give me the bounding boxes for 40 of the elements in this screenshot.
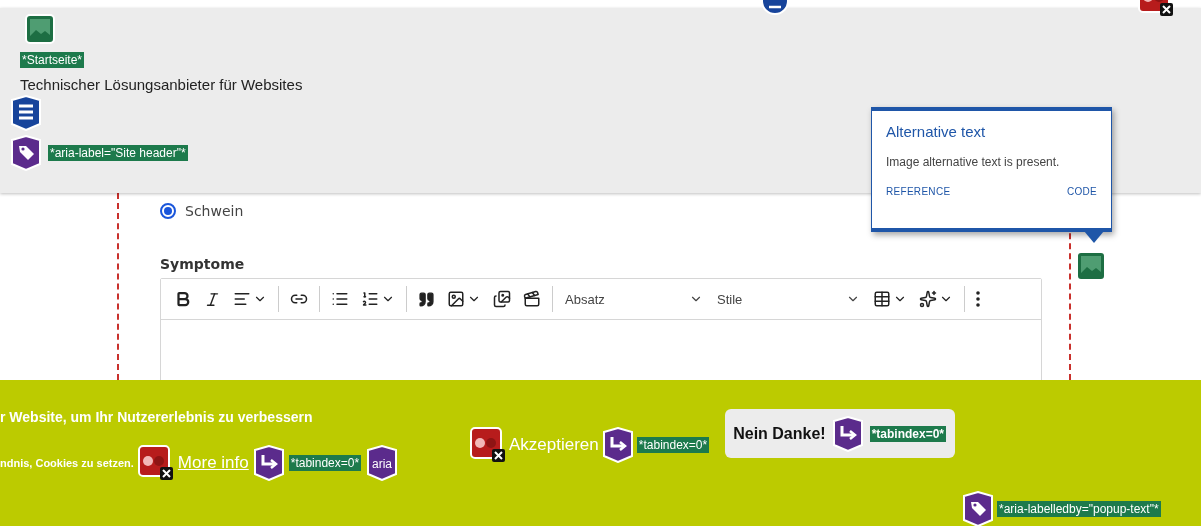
tabindex-label: *tabindex=0* bbox=[288, 455, 362, 471]
tooltip-message: Image alternative text is present. bbox=[886, 155, 1061, 169]
tabindex-label: *tabindex=0* bbox=[869, 425, 946, 442]
aria-badge: aria bbox=[365, 445, 400, 481]
aria-label-tag: *aria-label="Site header"* bbox=[48, 145, 188, 161]
site-tagline: Technischer Lösungsanbieter für Websites bbox=[20, 76, 303, 93]
gallery-icon bbox=[493, 290, 511, 308]
heading-dropdown[interactable]: Absatz bbox=[559, 287, 709, 311]
tag-icon bbox=[10, 135, 42, 171]
cookie-message: ndnis, Cookies zu setzen. bbox=[0, 457, 134, 469]
aria-labelledby-label: *aria-labelledby="popup-text"* bbox=[997, 501, 1161, 517]
tooltip-title: Alternative text bbox=[886, 123, 987, 140]
tabindex-label: *tabindex=0* bbox=[636, 437, 710, 453]
image-icon bbox=[1076, 251, 1106, 281]
bulleted-list-icon bbox=[331, 290, 349, 308]
cookie-message: r Website, um Ihr Nutzererlebnis zu verbessern bbox=[0, 409, 314, 425]
clapperboard-icon bbox=[523, 290, 541, 308]
arrow-icon bbox=[831, 415, 864, 452]
image-icon bbox=[447, 290, 465, 308]
table-icon bbox=[873, 290, 891, 308]
style-dropdown[interactable]: Stile bbox=[711, 287, 866, 311]
sparkle-icon bbox=[919, 290, 937, 308]
alt-text-label: *Startseite* bbox=[20, 52, 85, 68]
decline-button[interactable]: Nein Danke! *tabindex=0* bbox=[725, 409, 956, 458]
document-icon bbox=[10, 95, 42, 131]
italic-icon bbox=[204, 290, 221, 308]
tooltip-link[interactable]: CODE bbox=[1066, 186, 1097, 197]
arrow-icon bbox=[601, 427, 634, 463]
numbered-list-icon bbox=[361, 290, 379, 308]
tooltip-link[interactable]: REFERENCE bbox=[886, 186, 951, 197]
field-label: Symptome bbox=[160, 256, 246, 272]
tag-icon bbox=[962, 491, 994, 526]
radio-option[interactable]: Schwein bbox=[160, 203, 1069, 219]
rich-text-editor[interactable]: Absatz Stile bbox=[160, 278, 1042, 380]
more-icon bbox=[976, 291, 980, 307]
bold-icon bbox=[174, 290, 192, 308]
image-icon bbox=[25, 14, 55, 44]
arrow-icon bbox=[252, 445, 285, 481]
quote-icon bbox=[418, 290, 435, 308]
align-left-icon bbox=[233, 290, 251, 308]
